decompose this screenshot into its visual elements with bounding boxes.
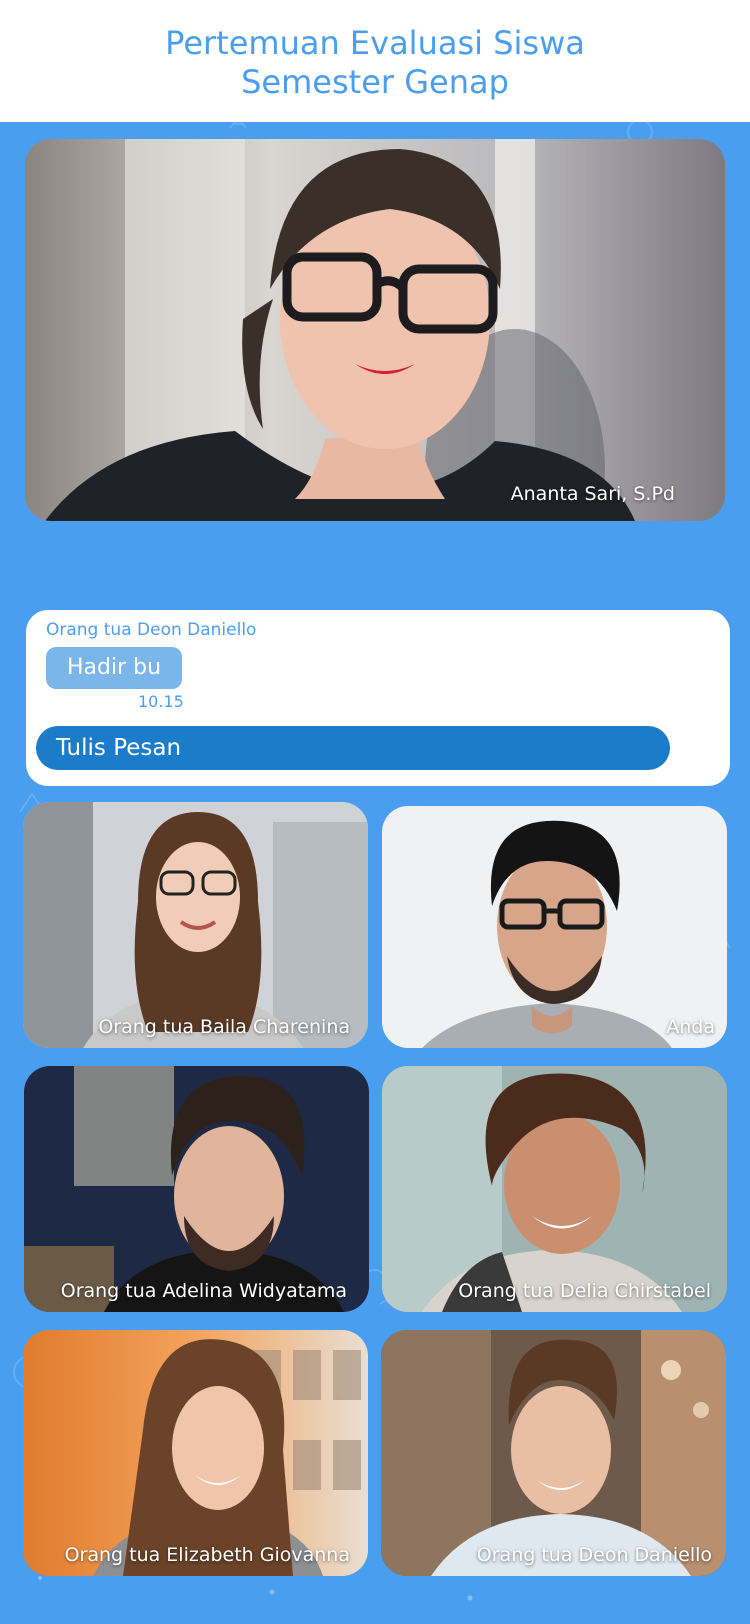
participant-video-image (382, 1066, 727, 1312)
participant-name-label: Orang tua Elizabeth Giovanna (64, 1544, 350, 1566)
participant-tile[interactable]: Orang tua Baila Charenina (23, 802, 368, 1048)
chat-message-input[interactable]: Tulis Pesan (36, 726, 670, 770)
participant-tile[interactable]: Orang tua Delia Chirstabel (382, 1066, 727, 1312)
participant-video-image (382, 806, 727, 1048)
participant-video-image (24, 1066, 369, 1312)
participant-name-label: Orang tua Deon Daniello (476, 1544, 712, 1566)
chat-panel: Orang tua Deon Daniello Hadir bu 10.15 T… (26, 610, 730, 786)
teacher-video-image (25, 139, 725, 521)
meeting-title-line1: Pertemuan Evaluasi Siswa (165, 24, 585, 62)
chat-sender-name: Orang tua Deon Daniello (46, 620, 257, 640)
teacher-name-label: Ananta Sari, S.Pd (510, 483, 675, 505)
participant-name-label: Orang tua Delia Chirstabel (458, 1280, 711, 1302)
participant-tile[interactable]: Orang tua Adelina Widyatama (24, 1066, 369, 1312)
meeting-title-line2: Semester Genap (241, 63, 509, 101)
teacher-video-tile[interactable]: Ananta Sari, S.Pd (25, 139, 725, 521)
chat-message-bubble: Hadir bu (46, 647, 182, 689)
participant-video-image (381, 1330, 726, 1576)
meeting-header: Pertemuan Evaluasi Siswa Semester Genap (0, 0, 750, 122)
participant-name-label: Orang tua Adelina Widyatama (60, 1280, 347, 1302)
participant-tile-self[interactable]: Anda (382, 806, 727, 1048)
participant-name-label: Orang tua Baila Charenina (98, 1016, 350, 1038)
participant-video-image (23, 1330, 368, 1576)
participant-tile[interactable]: Orang tua Deon Daniello (381, 1330, 726, 1576)
participant-tile[interactable]: Orang tua Elizabeth Giovanna (23, 1330, 368, 1576)
chat-message-time: 10.15 (138, 692, 184, 711)
participant-video-image (23, 802, 368, 1048)
participant-name-label: Anda (666, 1016, 715, 1038)
meeting-title: Pertemuan Evaluasi Siswa Semester Genap (0, 24, 750, 102)
